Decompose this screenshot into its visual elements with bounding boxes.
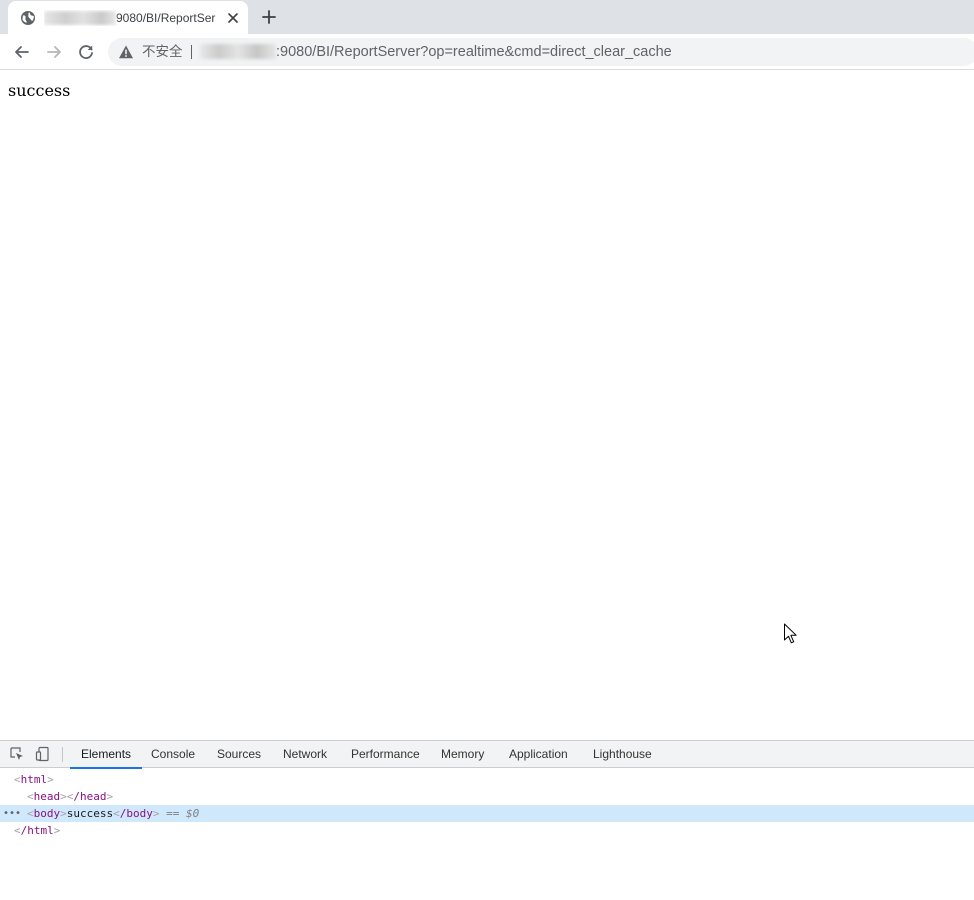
browser-tab[interactable]: 9080/BI/ReportSer <box>8 1 248 34</box>
tab-sources[interactable]: Sources <box>217 741 261 768</box>
omnibox-divider <box>191 45 192 59</box>
warning-icon[interactable] <box>118 44 134 60</box>
security-label[interactable]: 不安全 <box>142 44 183 60</box>
body-text: success <box>8 81 71 100</box>
mouse-cursor-icon <box>784 623 797 644</box>
tag-name: /html <box>20 824 54 837</box>
browser-toolbar: 不安全 :9080/BI/ReportServer?op=realtime&cm… <box>0 34 974 70</box>
plus-icon[interactable] <box>258 6 280 28</box>
dom-node-html[interactable]: <html> <box>0 771 974 788</box>
tab-memory[interactable]: Memory <box>441 741 484 768</box>
arrow-left-icon[interactable] <box>11 41 33 63</box>
device-toolbar-icon[interactable] <box>35 746 51 762</box>
dom-node-html-close[interactable]: </html> <box>0 822 974 839</box>
tab-application[interactable]: Application <box>509 741 568 768</box>
tag-name: head <box>33 790 61 803</box>
selected-node-marker: == $0 <box>166 807 200 820</box>
tab-performance[interactable]: Performance <box>351 741 420 768</box>
arrow-right-icon[interactable] <box>43 41 65 63</box>
reload-icon[interactable] <box>75 41 97 63</box>
globe-icon <box>21 11 35 25</box>
page-viewport: success <box>0 71 974 740</box>
dom-node-head[interactable]: <head></head> <box>0 788 974 805</box>
tag-name: /body <box>119 807 153 820</box>
tab-strip: 9080/BI/ReportSer <box>0 0 974 34</box>
inspect-element-icon[interactable] <box>9 746 25 762</box>
devtools-divider <box>62 747 63 762</box>
redacted-host <box>44 11 116 25</box>
more-options-icon[interactable]: ••• <box>3 805 21 822</box>
tag-name: /head <box>73 790 107 803</box>
dom-node-body[interactable]: ••• <body>success</body> == $0 <box>0 805 974 822</box>
tab-console[interactable]: Console <box>151 741 195 768</box>
address-bar[interactable]: 不安全 :9080/BI/ReportServer?op=realtime&cm… <box>108 38 974 66</box>
devtools-panel: Elements Console Sources Network Perform… <box>0 740 974 900</box>
tab-lighthouse[interactable]: Lighthouse <box>593 741 652 768</box>
redacted-host <box>200 44 276 59</box>
tag-name: body <box>33 807 61 820</box>
close-icon[interactable] <box>224 9 242 27</box>
url-text[interactable]: :9080/BI/ReportServer?op=realtime&cmd=di… <box>276 44 672 60</box>
tab-network[interactable]: Network <box>283 741 327 768</box>
devtools-tabbar: Elements Console Sources Network Perform… <box>0 741 974 769</box>
dom-tree: <html> <head></head> ••• <body>success</… <box>0 771 974 839</box>
tab-elements[interactable]: Elements <box>69 741 143 769</box>
dom-text-node: success <box>66 807 114 820</box>
tag-name: html <box>20 773 48 786</box>
tab-title: 9080/BI/ReportSer <box>44 10 220 26</box>
